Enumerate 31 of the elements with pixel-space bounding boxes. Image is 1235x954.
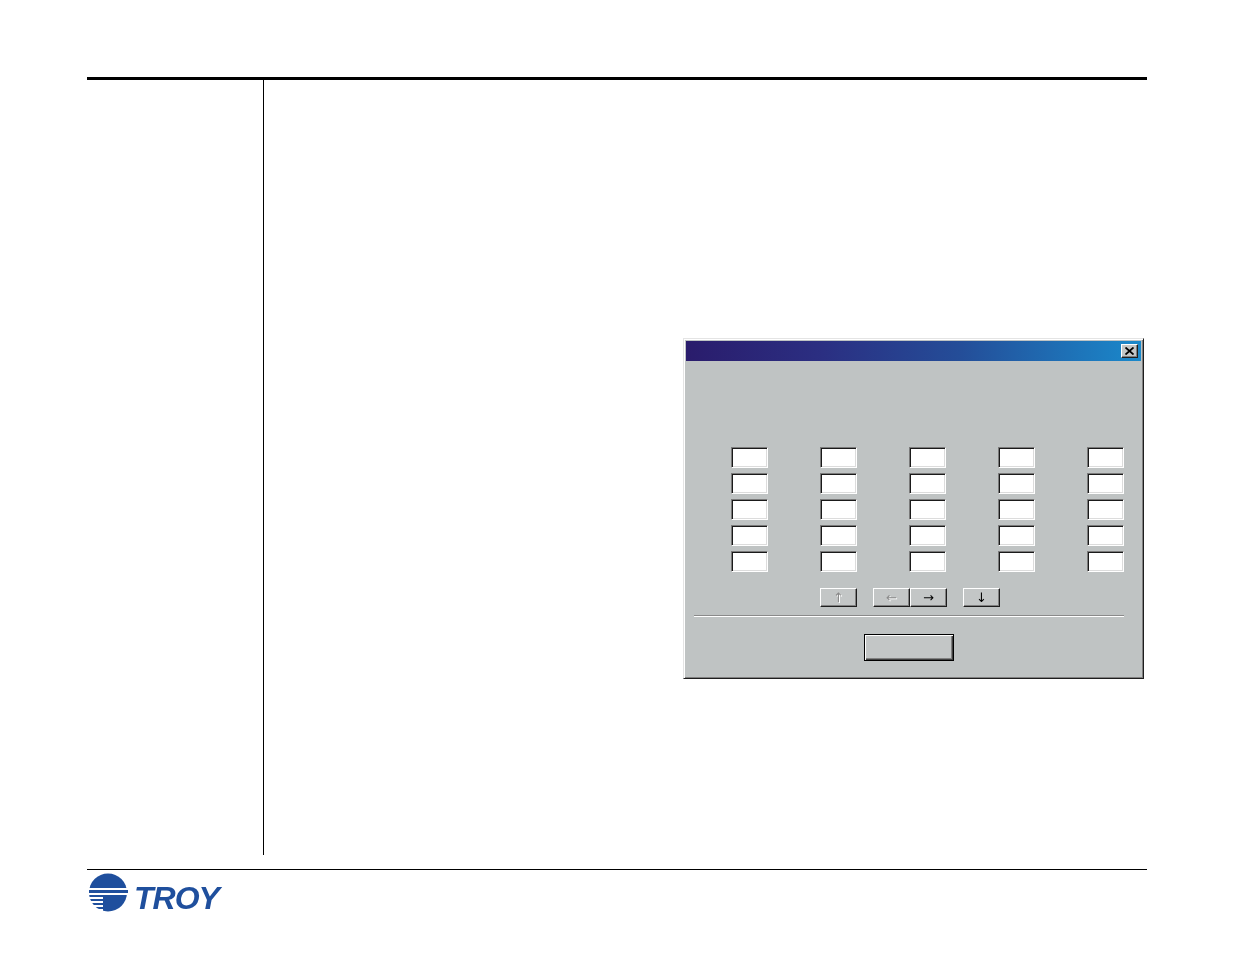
text-field[interactable] (820, 473, 857, 494)
text-field[interactable] (998, 525, 1035, 546)
text-field[interactable] (731, 551, 768, 572)
text-field[interactable] (820, 525, 857, 546)
text-field[interactable] (998, 473, 1035, 494)
text-field[interactable] (1087, 447, 1124, 468)
close-icon (1125, 347, 1134, 355)
text-field[interactable] (909, 447, 946, 468)
text-field[interactable] (909, 499, 946, 520)
text-field[interactable] (998, 551, 1035, 572)
text-field[interactable] (731, 473, 768, 494)
text-field[interactable] (820, 499, 857, 520)
dialog-button[interactable] (864, 634, 954, 661)
text-field[interactable] (1087, 551, 1124, 572)
text-field[interactable] (731, 499, 768, 520)
arrow-button[interactable]: → (910, 588, 947, 607)
text-field[interactable] (1087, 525, 1124, 546)
text-field[interactable] (1087, 499, 1124, 520)
text-field[interactable] (820, 447, 857, 468)
text-field[interactable] (909, 473, 946, 494)
text-field[interactable] (731, 525, 768, 546)
text-field[interactable] (998, 499, 1035, 520)
text-field[interactable] (731, 447, 768, 468)
text-field[interactable] (1087, 473, 1124, 494)
text-field[interactable] (820, 551, 857, 572)
striped-globe-icon (88, 872, 128, 913)
close-button[interactable] (1121, 344, 1138, 358)
text-field[interactable] (909, 551, 946, 572)
arrow-button[interactable]: ↓ (963, 588, 1000, 607)
text-field[interactable] (998, 447, 1035, 468)
text-field[interactable] (909, 525, 946, 546)
